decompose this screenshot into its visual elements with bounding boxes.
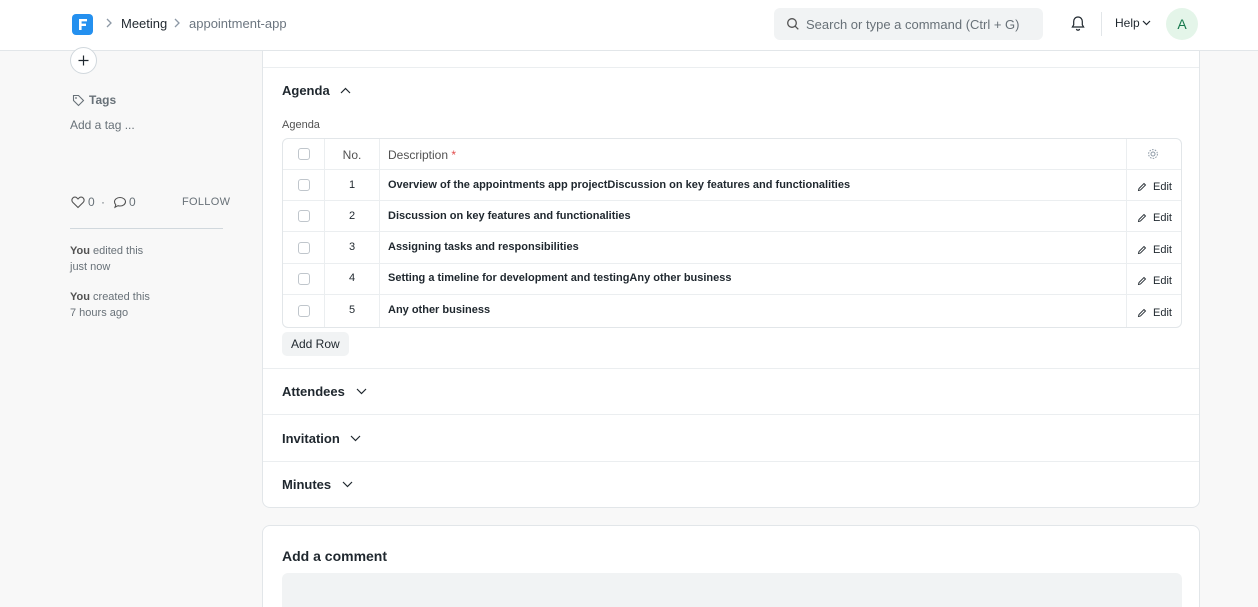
chevron-down-icon[interactable] bbox=[356, 388, 367, 395]
edit-row-button[interactable]: Edit bbox=[1153, 212, 1181, 224]
agenda-table: No. Description * 1 Overview of the appo… bbox=[282, 138, 1182, 328]
column-header-no: No. bbox=[342, 148, 362, 162]
chevron-down-icon[interactable] bbox=[342, 481, 353, 488]
add-comment-title: Add a comment bbox=[282, 548, 388, 564]
section-minutes-title[interactable]: Minutes bbox=[282, 477, 331, 492]
chevron-up-icon[interactable] bbox=[340, 87, 351, 94]
activity-actor: You bbox=[70, 245, 90, 257]
add-row-button[interactable]: Add Row bbox=[282, 332, 349, 356]
edit-pencil-icon[interactable] bbox=[1137, 276, 1147, 286]
edit-pencil-icon[interactable] bbox=[1137, 182, 1147, 192]
heart-icon[interactable] bbox=[71, 196, 85, 209]
activity-item: You edited this just now bbox=[70, 243, 143, 275]
activity-time: just now bbox=[70, 261, 111, 273]
activity-actor: You bbox=[70, 291, 90, 303]
sidebar-divider bbox=[70, 228, 223, 229]
column-header-description: Description * bbox=[388, 148, 457, 162]
table-row[interactable]: 4 Setting a timeline for development and… bbox=[283, 264, 1181, 295]
row-description[interactable]: Any other business bbox=[388, 304, 490, 316]
activity-action: created this bbox=[93, 291, 150, 303]
edit-row-button[interactable]: Edit bbox=[1153, 244, 1181, 256]
section-agenda-title[interactable]: Agenda bbox=[282, 83, 330, 98]
table-row[interactable]: 3 Assigning tasks and responsibilities E… bbox=[283, 233, 1181, 264]
like-count: 0 bbox=[88, 195, 95, 209]
breadcrumb-separator-icon bbox=[173, 16, 181, 30]
tags-label: Tags bbox=[89, 93, 117, 107]
user-avatar[interactable]: A bbox=[1166, 8, 1198, 40]
table-row[interactable]: 5 Any other business Edit bbox=[283, 296, 1181, 327]
row-checkbox[interactable] bbox=[298, 210, 310, 222]
follow-button[interactable]: FOLLOW bbox=[182, 196, 230, 208]
agenda-field-label: Agenda bbox=[282, 119, 320, 131]
row-description[interactable]: Setting a timeline for development and t… bbox=[388, 272, 732, 284]
chevron-down-icon[interactable] bbox=[1142, 20, 1151, 26]
section-invitation-title[interactable]: Invitation bbox=[282, 431, 340, 446]
comment-card: Add a comment bbox=[262, 525, 1200, 607]
comment-input[interactable] bbox=[282, 573, 1182, 607]
select-all-checkbox[interactable] bbox=[298, 148, 310, 160]
section-divider bbox=[263, 67, 1199, 68]
row-number: 5 bbox=[348, 304, 356, 316]
section-divider bbox=[263, 414, 1199, 415]
breadcrumb-separator-icon bbox=[105, 16, 113, 30]
form-card: Agenda Agenda No. Description * 1 Overvi… bbox=[262, 51, 1200, 508]
breadcrumb-current-doc[interactable]: appointment-app bbox=[189, 16, 287, 31]
edit-row-button[interactable]: Edit bbox=[1153, 307, 1181, 319]
edit-pencil-icon[interactable] bbox=[1137, 245, 1147, 255]
section-divider bbox=[263, 368, 1199, 369]
comment-icon[interactable] bbox=[113, 196, 127, 209]
row-number: 3 bbox=[348, 241, 356, 253]
navbar: Meeting appointment-app Search or type a… bbox=[0, 0, 1258, 51]
comment-count: 0 bbox=[129, 195, 136, 209]
edit-row-button[interactable]: Edit bbox=[1153, 181, 1181, 193]
table-row[interactable]: 2 Discussion on key features and functio… bbox=[283, 201, 1181, 232]
app-logo[interactable] bbox=[72, 14, 93, 35]
edit-pencil-icon[interactable] bbox=[1137, 213, 1147, 223]
search-placeholder: Search or type a command (Ctrl + G) bbox=[806, 17, 1020, 32]
section-divider bbox=[263, 461, 1199, 462]
row-description[interactable]: Overview of the appointments app project… bbox=[388, 179, 850, 191]
activity-item: You created this 7 hours ago bbox=[70, 289, 150, 321]
row-number: 1 bbox=[348, 179, 356, 191]
breadcrumb-meeting[interactable]: Meeting bbox=[121, 16, 167, 31]
row-description[interactable]: Assigning tasks and responsibilities bbox=[388, 241, 579, 253]
add-tag-link[interactable]: Add a tag ... bbox=[70, 118, 135, 132]
notification-bell-icon[interactable] bbox=[1070, 15, 1086, 32]
section-attendees-title[interactable]: Attendees bbox=[282, 384, 345, 399]
activity-time: 7 hours ago bbox=[70, 307, 129, 319]
settings-gear-icon[interactable] bbox=[1147, 148, 1159, 160]
row-checkbox[interactable] bbox=[298, 305, 310, 317]
row-number: 2 bbox=[348, 210, 356, 222]
edit-row-button[interactable]: Edit bbox=[1153, 275, 1181, 287]
search-icon bbox=[786, 17, 800, 31]
add-attachment-button[interactable] bbox=[70, 47, 97, 74]
chevron-down-icon[interactable] bbox=[350, 435, 361, 442]
tag-icon bbox=[72, 94, 85, 107]
row-description[interactable]: Discussion on key features and functiona… bbox=[388, 210, 631, 222]
navbar-divider bbox=[1101, 12, 1102, 36]
edit-pencil-icon[interactable] bbox=[1137, 308, 1147, 318]
row-checkbox[interactable] bbox=[298, 179, 310, 191]
row-number: 4 bbox=[348, 272, 356, 284]
row-checkbox[interactable] bbox=[298, 273, 310, 285]
row-checkbox[interactable] bbox=[298, 242, 310, 254]
search-bar[interactable]: Search or type a command (Ctrl + G) bbox=[774, 8, 1043, 40]
help-menu[interactable]: Help bbox=[1115, 16, 1140, 30]
table-header-row: No. Description * bbox=[283, 139, 1181, 170]
meta-separator: · bbox=[101, 195, 105, 209]
activity-action: edited this bbox=[93, 245, 144, 257]
table-row[interactable]: 1 Overview of the appointments app proje… bbox=[283, 170, 1181, 201]
